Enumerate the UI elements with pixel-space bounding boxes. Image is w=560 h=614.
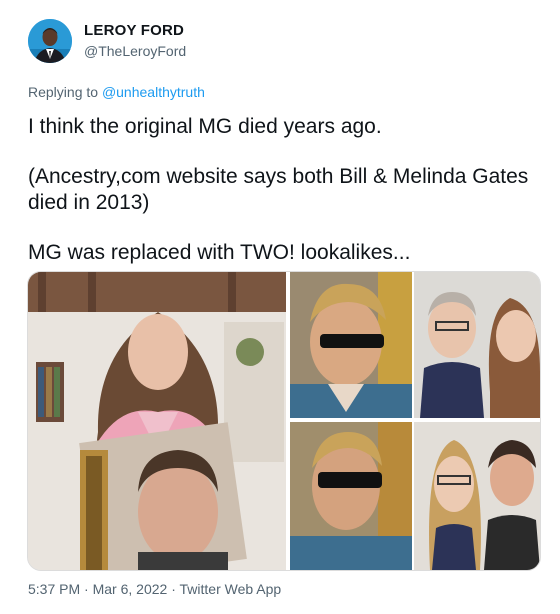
user-handle[interactable]: @TheLeroyFord — [84, 43, 186, 59]
meta-separator: · — [84, 581, 89, 597]
meta-separator-2: · — [171, 581, 176, 597]
tweet-line-2: (Ancestry,com website says both Bill & M… — [28, 165, 529, 214]
tweet-time-link[interactable]: 5:37 PM — [28, 581, 80, 597]
replying-to: Replying to @unhealthytruth — [28, 84, 205, 100]
tweet-meta: 5:37 PM · Mar 6, 2022 · Twitter Web App — [28, 581, 281, 597]
reply-mention-link[interactable]: @unhealthytruth — [102, 84, 205, 100]
replying-prefix: Replying to — [28, 84, 99, 100]
tweet-text: I think the original MG died years ago. … — [28, 114, 548, 266]
photo-collage-icon — [28, 272, 540, 570]
tweet-date-link[interactable]: Mar 6, 2022 — [93, 581, 168, 597]
tweet-client-link[interactable]: Twitter Web App — [180, 581, 282, 597]
tweet-card: LEROY FORD @TheLeroyFord Replying to @un… — [0, 0, 560, 614]
media-collage[interactable] — [27, 271, 541, 571]
display-name[interactable]: LEROY FORD — [84, 22, 184, 39]
tweet-line-1: I think the original MG died years ago. — [28, 115, 382, 138]
tweet-line-3: MG was replaced with TWO! lookalikes... — [28, 241, 411, 264]
avatar[interactable] — [28, 19, 72, 63]
